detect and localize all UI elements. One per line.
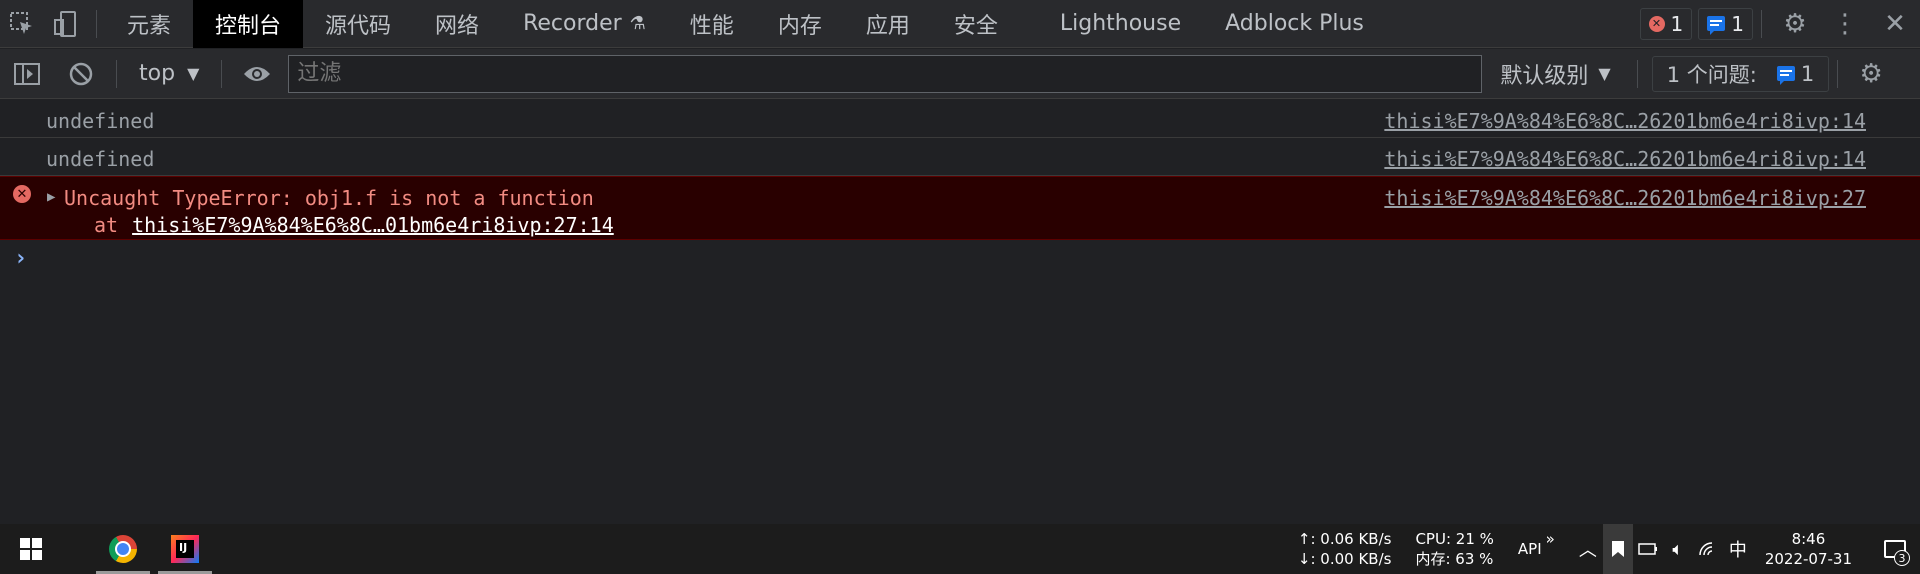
net-down: ↓: 0.00 KB/s xyxy=(1297,550,1392,568)
clock-date: 2022-07-31 xyxy=(1764,550,1852,568)
notification-center-icon[interactable]: 3 xyxy=(1870,524,1920,574)
console-error-row: ✕ ▶ Uncaught TypeError: obj1.f is not a … xyxy=(0,176,1920,240)
console-row: undefined thisi%E7%9A%84%E6%8C…26201bm6e… xyxy=(0,138,1920,176)
wifi-icon[interactable] xyxy=(1693,541,1723,557)
live-expression-eye-icon[interactable] xyxy=(230,49,284,99)
inspect-element-icon[interactable] xyxy=(0,0,44,48)
devtools-tabbar: 元素 控制台 源代码 网络 Recorder ⚗ 性能 内存 应用 安全 Lig… xyxy=(0,0,1920,48)
issues-count: 1 xyxy=(1800,61,1815,86)
console-row: undefined thisi%E7%9A%84%E6%8C…26201bm6e… xyxy=(0,100,1920,138)
tab-memory[interactable]: 内存 xyxy=(756,0,844,48)
stack-trace: at thisi%E7%9A%84%E6%8C…01bm6e4ri8ivp:27:… xyxy=(94,213,614,237)
close-icon[interactable]: ✕ xyxy=(1870,0,1920,48)
flask-icon: ⚗ xyxy=(629,13,646,34)
separator xyxy=(116,59,117,88)
settings-gear-icon[interactable]: ⚙ xyxy=(1770,0,1820,48)
api-label[interactable]: API xyxy=(1518,540,1542,558)
issues-count-badge: 1 xyxy=(1776,61,1815,86)
error-counter[interactable]: ✕ 1 xyxy=(1639,7,1693,40)
context-label: top xyxy=(139,61,176,86)
log-level-label: 默认级别 xyxy=(1500,63,1589,89)
separator xyxy=(1636,59,1638,88)
intellij-app-icon[interactable]: IJ xyxy=(154,524,216,574)
clock-time: 8:46 xyxy=(1791,530,1826,548)
tab-recorder-label: Recorder xyxy=(523,11,622,36)
error-icon: ✕ xyxy=(1648,15,1665,32)
context-selector[interactable]: top ▼ xyxy=(125,61,213,86)
clear-console-icon[interactable] xyxy=(54,49,108,99)
expand-triangle-icon[interactable]: ▶ xyxy=(47,189,55,205)
device-toolbar-icon[interactable] xyxy=(44,0,88,48)
tabbar-right: ✕ 1 1 ⚙ ⋮ ✕ xyxy=(1634,0,1920,48)
windows-taskbar: IJ ↑: 0.06 KB/s ↓: 0.00 KB/s CPU: 21 % 内… xyxy=(0,524,1920,574)
console-message: undefined xyxy=(46,109,155,133)
mem-usage: 内存: 63 % xyxy=(1415,550,1494,568)
message-count: 1 xyxy=(1731,11,1744,36)
clock[interactable]: 8:46 2022-07-31 xyxy=(1765,529,1852,569)
tab-security[interactable]: 安全 xyxy=(932,0,1020,48)
issues-button[interactable]: 1 个问题: 1 xyxy=(1651,55,1830,92)
tab-application[interactable]: 应用 xyxy=(844,0,932,48)
issues-label: 1 个问题: xyxy=(1666,62,1757,87)
separator xyxy=(1837,59,1839,88)
console-messages: undefined thisi%E7%9A%84%E6%8C…26201bm6e… xyxy=(0,100,1920,524)
stack-link[interactable]: thisi%E7%9A%84%E6%8C…01bm6e4ri8ivp:27:14 xyxy=(132,213,614,237)
chevron-up-icon[interactable]: ︿ xyxy=(1573,536,1603,562)
chrome-app-icon[interactable] xyxy=(92,524,154,574)
separator xyxy=(96,9,97,38)
console-toolbar: top ▼ 默认级别 ▼ 1 个问题: 1 ⚙ xyxy=(0,49,1920,99)
source-link[interactable]: thisi%E7%9A%84%E6%8C…26201bm6e4ri8ivp:27 xyxy=(1384,186,1866,210)
windows-start-icon[interactable] xyxy=(0,524,62,574)
separator xyxy=(1761,9,1762,38)
intellij-logo-text: IJ xyxy=(179,541,188,554)
error-icon: ✕ xyxy=(13,185,31,203)
tab-elements[interactable]: 元素 xyxy=(105,0,193,48)
tab-sources[interactable]: 源代码 xyxy=(303,0,413,48)
cpu-usage: CPU: 21 % xyxy=(1415,530,1494,548)
console-settings-gear-icon[interactable]: ⚙ xyxy=(1846,49,1896,99)
expand-label[interactable]: » xyxy=(1546,530,1555,548)
volume-icon[interactable]: 🔈︎ xyxy=(1663,539,1693,560)
dropdown-arrow-icon: ▼ xyxy=(187,64,200,83)
message-icon xyxy=(1707,16,1726,35)
tab-network[interactable]: 网络 xyxy=(413,0,501,48)
more-options-icon[interactable]: ⋮ xyxy=(1820,0,1870,48)
sidebar-toggle-icon[interactable] xyxy=(0,49,54,99)
bookmark-app-icon[interactable] xyxy=(1602,524,1633,574)
system-tray: ↑: 0.06 KB/s ↓: 0.00 KB/s CPU: 21 % 内存: … xyxy=(1298,524,1920,574)
tab-adblock-plus[interactable]: Adblock Plus xyxy=(1203,0,1386,48)
network-speed: ↑: 0.06 KB/s ↓: 0.00 KB/s xyxy=(1298,529,1392,569)
stack-prefix: at xyxy=(94,213,119,237)
tab-lighthouse[interactable]: Lighthouse xyxy=(1038,0,1203,48)
source-link[interactable]: thisi%E7%9A%84%E6%8C…26201bm6e4ri8ivp:14 xyxy=(1384,109,1866,133)
cpu-mem-usage: CPU: 21 % 内存: 63 % xyxy=(1415,529,1493,569)
console-prompt-icon[interactable]: › xyxy=(14,246,27,271)
filter-input[interactable] xyxy=(288,54,1483,93)
tab-performance[interactable]: 性能 xyxy=(668,0,756,48)
tab-recorder[interactable]: Recorder ⚗ xyxy=(501,0,668,48)
log-level-selector[interactable]: 默认级别 ▼ xyxy=(1482,58,1628,90)
battery-icon[interactable] xyxy=(1633,542,1663,556)
message-counter[interactable]: 1 xyxy=(1698,7,1753,40)
source-link[interactable]: thisi%E7%9A%84%E6%8C…26201bm6e4ri8ivp:14 xyxy=(1384,147,1866,171)
dropdown-arrow-icon: ▼ xyxy=(1598,64,1611,83)
error-message[interactable]: Uncaught TypeError: obj1.f is not a func… xyxy=(64,186,594,210)
tab-console[interactable]: 控制台 xyxy=(193,0,304,48)
ime-indicator[interactable]: 中 xyxy=(1723,536,1753,562)
message-icon xyxy=(1776,66,1795,85)
separator xyxy=(221,59,223,88)
console-message: undefined xyxy=(46,147,155,171)
error-count: 1 xyxy=(1670,11,1684,36)
notification-count: 3 xyxy=(1894,550,1910,566)
net-up: ↑: 0.06 KB/s xyxy=(1297,530,1392,548)
